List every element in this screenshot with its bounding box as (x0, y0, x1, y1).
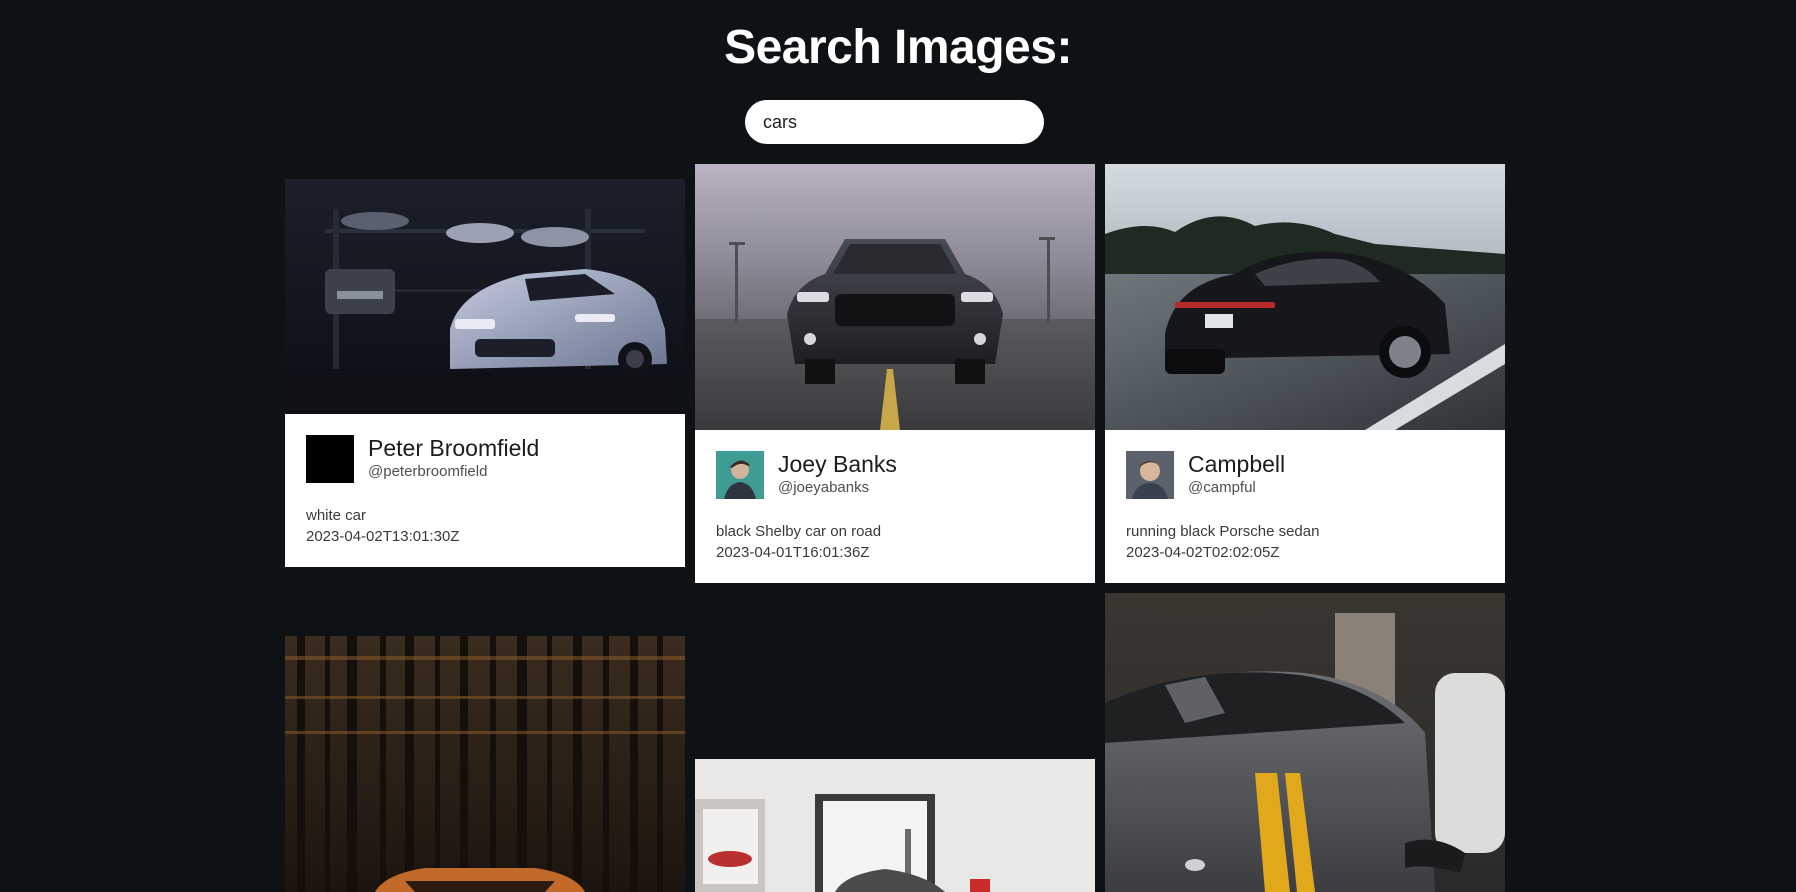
search-box[interactable] (745, 100, 1044, 144)
image-description: running black Porsche sedan (1126, 523, 1320, 540)
card-footer: Joey Banks @joeyabanks black Shelby car … (695, 430, 1095, 583)
user-name[interactable]: Peter Broomfield (368, 434, 539, 462)
image-card[interactable] (1105, 593, 1505, 892)
image-date: 2023-04-02T02:02:05Z (1126, 544, 1280, 561)
car-photo[interactable] (285, 179, 685, 414)
card-footer: Peter Broomfield @peterbroomfield white … (285, 414, 685, 567)
card-footer: Campbell @campful running black Porsche … (1105, 430, 1505, 583)
car-photo[interactable] (285, 636, 685, 892)
image-date: 2023-04-02T13:01:30Z (306, 528, 460, 545)
avatar[interactable] (306, 435, 354, 483)
image-date: 2023-04-01T16:01:36Z (716, 544, 870, 561)
image-card[interactable] (695, 759, 1095, 892)
user-handle[interactable]: @peterbroomfield (368, 463, 487, 481)
user-handle[interactable]: @joeyabanks (778, 479, 869, 497)
car-photo[interactable] (695, 164, 1095, 430)
car-photo[interactable] (1105, 593, 1505, 892)
page-title: Search Images: (724, 21, 1072, 74)
image-description: white car (306, 507, 367, 524)
image-card[interactable]: Campbell @campful running black Porsche … (1105, 164, 1505, 583)
image-description: black Shelby car on road (716, 523, 882, 540)
user-name[interactable]: Joey Banks (778, 450, 897, 478)
avatar[interactable] (716, 451, 764, 499)
search-input[interactable] (745, 100, 1044, 144)
image-card[interactable] (285, 636, 685, 892)
avatar[interactable] (1126, 451, 1174, 499)
image-card[interactable]: Peter Broomfield @peterbroomfield white … (285, 179, 685, 567)
car-photo[interactable] (1105, 164, 1505, 430)
user-handle[interactable]: @campful (1188, 479, 1256, 497)
user-name[interactable]: Campbell (1188, 450, 1285, 478)
image-card[interactable]: Joey Banks @joeyabanks black Shelby car … (695, 164, 1095, 583)
car-photo[interactable] (695, 759, 1095, 892)
